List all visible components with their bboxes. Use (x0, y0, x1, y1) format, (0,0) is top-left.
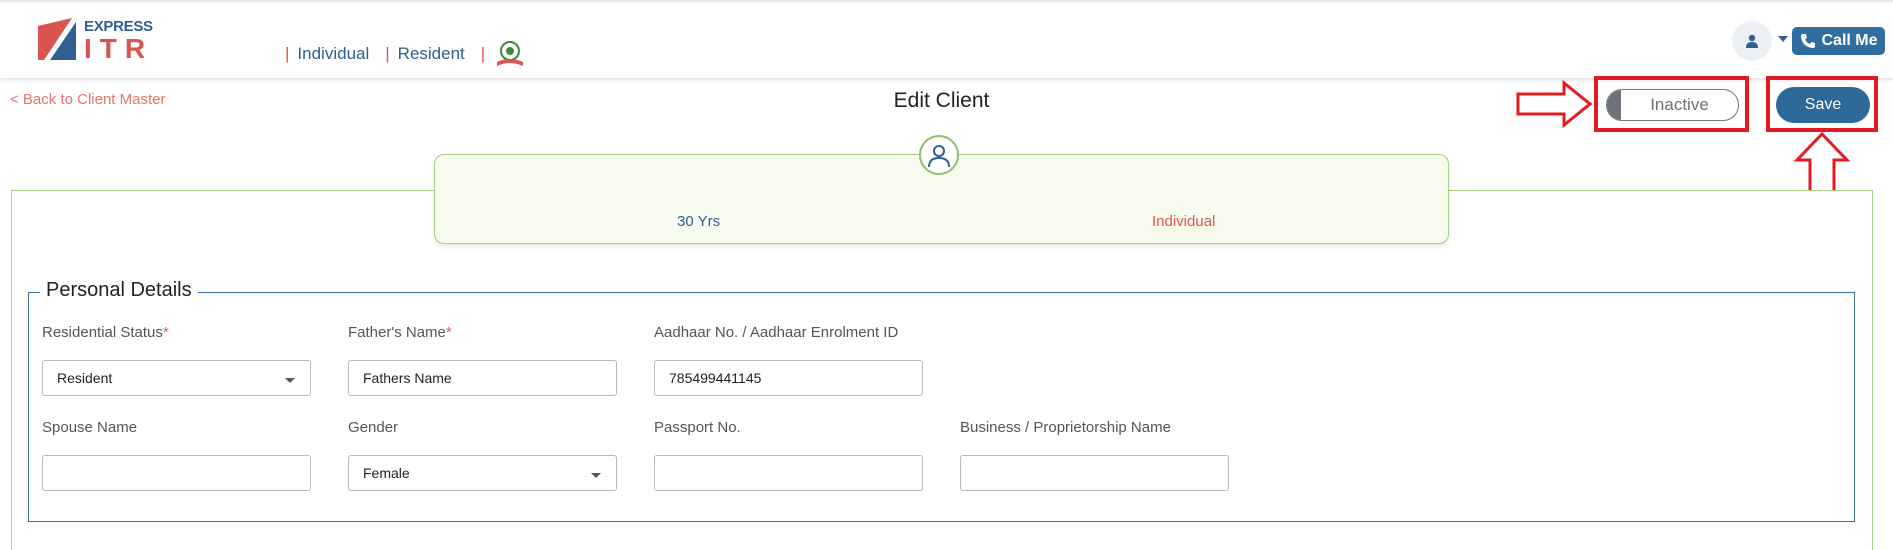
fathers-name-input[interactable]: Fathers Name (348, 360, 617, 396)
save-button-highlight: Save (1766, 76, 1878, 132)
user-icon (1746, 34, 1758, 48)
income-tax-emblem-icon (493, 40, 527, 68)
chevron-down-icon (285, 378, 295, 383)
nav-item-resident[interactable]: Resident (398, 44, 465, 64)
call-me-label: Call Me (1821, 32, 1878, 49)
phone-icon (1801, 34, 1816, 48)
spouse-name-input[interactable] (42, 455, 311, 491)
logo-mark-icon (38, 18, 76, 60)
annotation-arrow-up-icon (1794, 132, 1850, 194)
residential-status-label: Residential Status* (42, 324, 169, 341)
fathers-name-label: Father's Name* (348, 324, 452, 341)
business-name-input[interactable] (960, 455, 1229, 491)
annotation-arrow-right-icon (1516, 80, 1592, 128)
express-itr-logo[interactable]: EXPRESS ITR (38, 16, 158, 64)
nav-item-individual[interactable]: Individual (297, 44, 369, 64)
client-nav: | Individual | Resident | (285, 40, 527, 68)
client-type: Individual (1152, 213, 1216, 230)
passport-input[interactable] (654, 455, 923, 491)
save-button[interactable]: Save (1776, 87, 1870, 123)
toggle-knob (1607, 90, 1621, 120)
top-header: EXPRESS ITR | Individual | Resident | Ca… (0, 0, 1893, 78)
user-avatar[interactable] (1732, 21, 1772, 61)
chevron-down-icon (591, 473, 601, 478)
passport-label: Passport No. (654, 419, 741, 436)
aadhaar-label: Aadhaar No. / Aadhaar Enrolment ID (654, 324, 899, 341)
status-toggle[interactable]: Inactive (1606, 89, 1739, 121)
nav-separator: | (480, 44, 486, 63)
gender-label: Gender (348, 419, 399, 436)
client-age: 30 Yrs (677, 213, 721, 230)
gender-select[interactable]: Female (348, 455, 617, 491)
residential-status-select[interactable]: Resident (42, 360, 311, 396)
client-avatar-icon (919, 135, 959, 175)
logo-text-itr: ITR (84, 33, 154, 64)
nav-separator: | (385, 44, 390, 63)
call-me-button[interactable]: Call Me (1792, 27, 1885, 55)
personal-details-legend: Personal Details (40, 279, 198, 302)
status-toggle-label: Inactive (1650, 95, 1709, 114)
spouse-name-label: Spouse Name (42, 419, 138, 436)
aadhaar-input[interactable]: 785499441145 (654, 360, 923, 396)
nav-separator: | (285, 44, 290, 63)
business-name-label: Business / Proprietorship Name (960, 419, 1171, 436)
status-toggle-highlight: Inactive (1594, 76, 1749, 132)
user-menu-chevron-down-icon[interactable] (1778, 36, 1788, 42)
